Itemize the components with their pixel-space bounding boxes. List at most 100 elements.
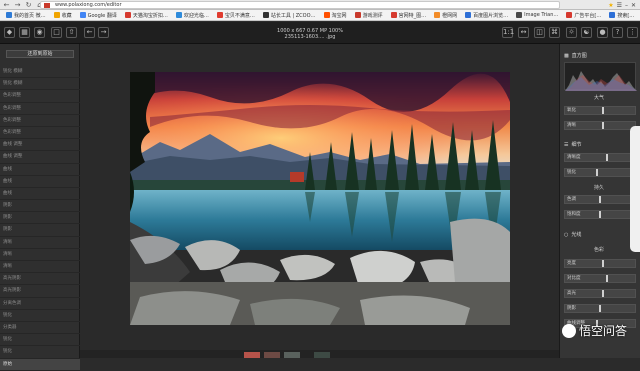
image-filename: 235113-1603.... .jpg: [284, 34, 336, 40]
adjustment-slider[interactable]: 清晰: [564, 121, 636, 130]
share-icon[interactable]: ⇧: [66, 27, 77, 38]
history-item[interactable]: 锐化 模糊: [0, 66, 80, 79]
slider-handle[interactable]: [606, 154, 608, 161]
zoom-one-to-one-button[interactable]: 1:1: [502, 27, 514, 38]
grid-icon[interactable]: ▦: [19, 27, 30, 38]
fit-icon[interactable]: ↔: [518, 27, 529, 38]
redo-icon[interactable]: →: [98, 27, 109, 38]
slider-handle[interactable]: [602, 122, 604, 129]
adjustment-slider[interactable]: 对比度: [564, 274, 636, 283]
bookmark-item[interactable]: 游戏测评: [354, 12, 383, 19]
canvas-area[interactable]: [80, 44, 559, 350]
minimize-icon[interactable]: –: [625, 2, 628, 9]
adjustment-slider[interactable]: 阴影: [564, 304, 636, 313]
history-item[interactable]: 清晰: [0, 237, 80, 249]
history-item[interactable]: 高光阴影: [0, 273, 80, 286]
slider-handle[interactable]: [599, 196, 601, 203]
thumbnail[interactable]: [284, 352, 300, 358]
bookmark-item[interactable]: 官网特_图…: [390, 12, 426, 19]
reload-icon[interactable]: ↻: [24, 1, 33, 10]
filter-icon[interactable]: ☯: [581, 27, 592, 38]
bookmark-item[interactable]: Image Trian…: [516, 12, 558, 18]
bookmark-item[interactable]: 欢迎光临…: [175, 12, 209, 19]
revert-to-original-button[interactable]: 还原到原始: [6, 50, 74, 58]
detail-section-header[interactable]: ☰ 细节: [564, 141, 582, 149]
history-item[interactable]: 锐化: [0, 334, 80, 347]
bookmark-item[interactable]: 收藏: [53, 12, 72, 19]
bookmark-item[interactable]: 天猫淘宝折扣…: [124, 12, 168, 19]
camera-icon[interactable]: ◉: [34, 27, 45, 38]
bookmark-item[interactable]: 广告平台[…: [566, 12, 601, 19]
history-item[interactable]: 色彩调整: [0, 127, 80, 140]
adjust-icon[interactable]: ☼: [566, 27, 577, 38]
history-item[interactable]: 清晰: [0, 249, 80, 261]
slider-handle[interactable]: [599, 305, 601, 312]
thumbnail[interactable]: [244, 352, 260, 358]
history-item[interactable]: 分离色调: [0, 298, 80, 310]
adjustment-slider[interactable]: 锐化: [564, 168, 636, 177]
history-item[interactable]: 原始: [0, 358, 80, 371]
light-section-header[interactable]: ○ 光线: [564, 231, 581, 239]
scrollbar[interactable]: [630, 126, 640, 252]
history-item[interactable]: 色彩调整: [0, 90, 80, 103]
adjustment-slider[interactable]: 饱和度: [564, 210, 636, 219]
adjustment-slider[interactable]: 高光: [564, 289, 636, 298]
history-item[interactable]: 高光阴影: [0, 285, 80, 298]
history-item[interactable]: 色彩调整: [0, 115, 80, 127]
slider-label: 色调: [567, 197, 576, 202]
thumbnail[interactable]: [264, 352, 280, 358]
history-item[interactable]: 曲线: [0, 176, 80, 188]
menu-icon[interactable]: ☰: [617, 2, 622, 9]
forward-icon[interactable]: →: [13, 1, 22, 10]
star-icon[interactable]: ★: [608, 2, 613, 9]
adjustment-slider[interactable]: 亮度: [564, 259, 636, 268]
history-item[interactable]: 清晰: [0, 261, 80, 274]
slider-handle[interactable]: [606, 275, 608, 282]
bookmark-favicon-icon: [262, 12, 269, 18]
bookmark-item[interactable]: 淘宝网: [323, 12, 347, 19]
mask-icon[interactable]: ●: [597, 27, 608, 38]
history-item[interactable]: 分类器: [0, 322, 80, 335]
history-item[interactable]: 曲线: [0, 164, 80, 176]
address-bar[interactable]: www.polaxiong.com/editor: [40, 1, 560, 9]
bookmark-item[interactable]: 宝贝不满意…: [216, 12, 255, 19]
save-icon[interactable]: □: [51, 27, 62, 38]
history-item[interactable]: 锐化: [0, 310, 80, 322]
crop-icon[interactable]: ⌘: [549, 27, 560, 38]
back-icon[interactable]: ←: [2, 1, 11, 10]
history-item[interactable]: 色彩调整: [0, 103, 80, 115]
settings-icon[interactable]: ⋮: [627, 27, 638, 38]
bookmark-item[interactable]: 站长工具 | ZCOO…: [262, 12, 316, 19]
adjustment-slider[interactable]: 清晰度: [564, 153, 636, 162]
bookmark-item[interactable]: 橙网网: [434, 12, 457, 19]
slider-handle[interactable]: [602, 290, 604, 297]
bookmark-item[interactable]: 搜索[…: [609, 12, 634, 19]
slider-handle[interactable]: [602, 107, 604, 114]
bookmark-favicon-icon: [566, 12, 573, 18]
history-item[interactable]: 阴影: [0, 224, 80, 237]
compare-icon[interactable]: ◫: [534, 27, 545, 38]
help-icon[interactable]: ?: [612, 27, 623, 38]
history-item[interactable]: 阴影: [0, 212, 80, 225]
bookmark-favicon-icon: [434, 12, 441, 18]
edited-photo[interactable]: [130, 72, 510, 325]
bookmark-item[interactable]: 百度图片浏览…: [465, 12, 508, 19]
effects-section-title: 持久: [594, 185, 605, 191]
close-icon[interactable]: ✕: [631, 2, 636, 9]
history-item[interactable]: 曲线 调整: [0, 151, 80, 164]
app-logo-icon[interactable]: ◆: [4, 27, 15, 38]
history-item[interactable]: 锐化 模糊: [0, 78, 80, 91]
bookmark-item[interactable]: Google 翻译: [79, 12, 117, 19]
bookmark-item[interactable]: 我的首页 微…: [6, 12, 46, 19]
adjustment-slider[interactable]: 氧化: [564, 106, 636, 115]
slider-handle[interactable]: [602, 260, 604, 267]
slider-handle[interactable]: [596, 169, 598, 176]
history-item[interactable]: 曲线: [0, 188, 80, 201]
history-item[interactable]: 曲线 调整: [0, 139, 80, 152]
history-item[interactable]: 锐化: [0, 346, 80, 359]
thumbnail[interactable]: [314, 352, 330, 358]
slider-handle[interactable]: [599, 211, 601, 218]
adjustment-slider[interactable]: 色调: [564, 195, 636, 204]
undo-icon[interactable]: ←: [84, 27, 95, 38]
history-item[interactable]: 阴影: [0, 200, 80, 213]
